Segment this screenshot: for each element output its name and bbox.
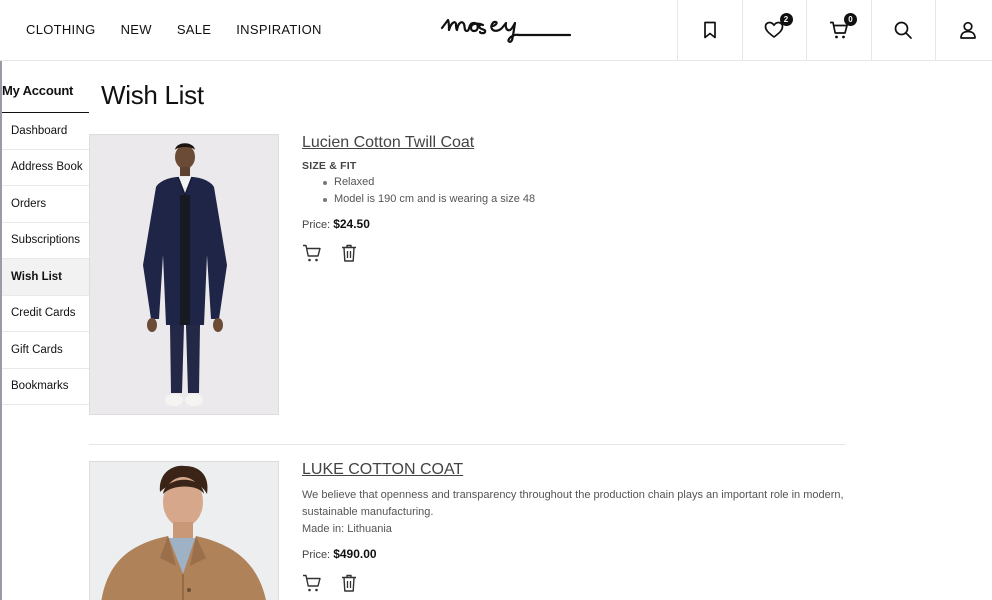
product-name-link[interactable]: Lucien Cotton Twill Coat — [302, 134, 474, 152]
account-button[interactable] — [935, 0, 992, 60]
sidebar-item-wish-list[interactable]: Wish List — [2, 259, 89, 296]
sidebar-item-address-book[interactable]: Address Book — [2, 150, 89, 186]
sidebar-item-dashboard[interactable]: Dashboard — [2, 113, 89, 150]
product-image[interactable] — [89, 461, 279, 600]
wishlist-item: LUKE COTTON COAT We believe that opennes… — [89, 461, 846, 600]
nav-new[interactable]: NEW — [121, 22, 152, 37]
brand-logo[interactable]: mosey — [440, 12, 572, 46]
main-nav: CLOTHING NEW SALE INSPIRATION — [26, 0, 322, 58]
remove-item-button[interactable] — [339, 573, 359, 593]
cart-button[interactable]: 0 — [806, 0, 871, 60]
wishlist-button[interactable]: 2 — [741, 0, 807, 60]
price-row: Price: $24.50 — [302, 217, 852, 231]
cart-icon — [303, 574, 321, 592]
page-title: Wish List — [101, 80, 204, 110]
sidebar-item-bookmarks[interactable]: Bookmarks — [2, 369, 89, 405]
sidebar-item-subscriptions[interactable]: Subscriptions — [2, 223, 89, 259]
add-to-cart-button[interactable] — [302, 243, 322, 263]
user-icon — [959, 21, 976, 39]
trash-icon — [342, 244, 356, 262]
sidebar-item-credit-cards[interactable]: Credit Cards — [2, 296, 89, 332]
add-to-cart-button[interactable] — [302, 573, 322, 593]
price-label: Price: — [302, 549, 331, 561]
product-description: We believe that openness and transparenc… — [302, 489, 844, 518]
sidebar-title: My Account — [2, 75, 89, 113]
bookmark-icon — [703, 21, 716, 39]
wishlist-item: Lucien Cotton Twill Coat SIZE & FIT Rela… — [89, 134, 846, 416]
product-name-link[interactable]: LUKE COTTON COAT — [302, 461, 463, 479]
nav-inspiration[interactable]: INSPIRATION — [236, 22, 321, 37]
wishlist-count-badge: 2 — [779, 13, 793, 26]
site-header: CLOTHING NEW SALE INSPIRATION mosey 2 — [0, 0, 992, 61]
made-in-text: Made in: Lithuania — [302, 523, 392, 535]
product-photo-navy-coat — [90, 135, 278, 414]
item-actions — [302, 573, 852, 593]
nav-sale[interactable]: SALE — [177, 22, 211, 37]
size-fit-bullet: Relaxed — [323, 174, 852, 191]
price-label: Price: — [302, 219, 331, 231]
header-icons: 2 0 — [677, 0, 992, 60]
cart-icon — [303, 244, 321, 262]
sidebar-item-orders[interactable]: Orders — [2, 186, 89, 223]
trash-icon — [342, 574, 356, 592]
item-actions — [302, 243, 852, 263]
size-fit-heading: SIZE & FIT — [302, 160, 357, 172]
account-sidebar: My Account Dashboard Address Book Orders… — [2, 75, 89, 405]
nav-clothing[interactable]: CLOTHING — [26, 22, 96, 37]
product-photo-camel-coat — [90, 462, 278, 600]
search-button[interactable] — [870, 0, 936, 60]
cart-count-badge: 0 — [844, 13, 857, 26]
size-fit-list: Relaxed Model is 190 cm and is wearing a… — [302, 174, 852, 208]
product-image[interactable] — [89, 134, 279, 415]
price-row: Price: $490.00 — [302, 547, 852, 561]
size-fit-bullet: Model is 190 cm and is wearing a size 48 — [323, 191, 852, 208]
product-details: LUKE COTTON COAT We believe that opennes… — [302, 461, 852, 593]
bookmarks-button[interactable] — [677, 0, 742, 60]
remove-item-button[interactable] — [339, 243, 359, 263]
item-divider — [89, 444, 846, 445]
product-details: Lucien Cotton Twill Coat SIZE & FIT Rela… — [302, 134, 852, 263]
search-icon — [894, 21, 913, 39]
price-value: $24.50 — [333, 217, 370, 231]
sidebar-item-gift-cards[interactable]: Gift Cards — [2, 332, 89, 369]
price-value: $490.00 — [333, 547, 377, 561]
